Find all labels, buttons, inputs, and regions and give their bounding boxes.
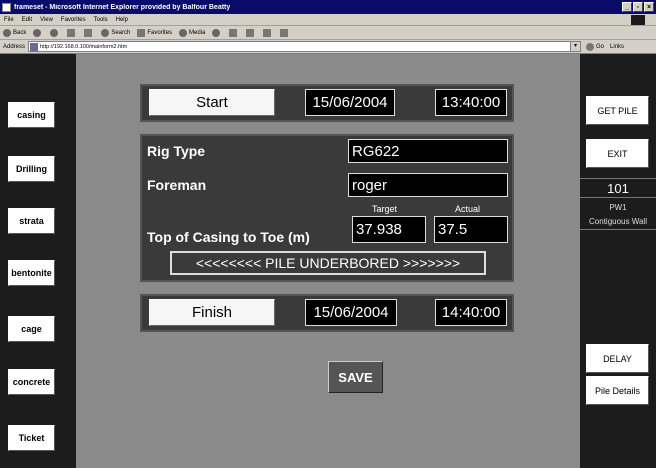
menu-tools[interactable]: Tools	[94, 17, 108, 23]
forward-arrow-icon	[33, 28, 42, 37]
pile-number: 101	[580, 178, 656, 198]
home-icon	[84, 28, 93, 37]
rig-type-label: Rig Type	[147, 143, 206, 159]
actual-label: Actual	[455, 204, 481, 214]
go-button[interactable]: Go	[586, 42, 605, 51]
start-time-field[interactable]: 13:40:00	[435, 89, 507, 116]
print-button[interactable]	[246, 28, 256, 37]
actual-field[interactable]: 37.5	[434, 216, 508, 243]
menu-favorites[interactable]: Favorites	[61, 17, 86, 23]
back-button[interactable]: Back	[3, 28, 27, 37]
pile-details-button[interactable]: Pile Details	[586, 376, 649, 405]
delay-button[interactable]: DELAY	[586, 344, 649, 373]
back-label: Back	[13, 29, 27, 36]
links-button[interactable]: Links	[610, 44, 624, 50]
go-arrow-icon	[586, 42, 595, 51]
favorites-icon	[137, 28, 146, 37]
windows-logo-icon	[631, 15, 645, 25]
discuss-button[interactable]	[280, 28, 290, 37]
menu-file[interactable]: File	[4, 17, 14, 23]
bentonite-button[interactable]: bentonite	[8, 260, 55, 286]
get-pile-button[interactable]: GET PILE	[586, 96, 649, 125]
search-button[interactable]: Search	[101, 28, 131, 37]
edit-icon	[263, 28, 272, 37]
strata-button[interactable]: strata	[8, 208, 55, 234]
search-icon	[101, 28, 110, 37]
edit-button[interactable]	[263, 28, 273, 37]
history-icon	[212, 28, 221, 37]
close-button[interactable]: ×	[644, 2, 654, 12]
favorites-label: Favorites	[147, 29, 173, 36]
browser-window: frameset - Microsoft Internet Explorer p…	[0, 0, 656, 468]
right-nav-panel: GET PILE EXIT DELAY Pile Details	[580, 54, 656, 468]
left-nav-panel: casing Drilling strata bentonite cage co…	[0, 54, 76, 468]
address-input[interactable]: http://192.168.0.100/mainform2.htm ▾	[28, 41, 582, 52]
foreman-field[interactable]: roger	[348, 173, 508, 197]
casing-to-toe-label: Top of Casing to Toe (m)	[147, 229, 310, 245]
page-content: casing Drilling strata bentonite cage co…	[0, 54, 656, 468]
minimize-button[interactable]: _	[622, 2, 632, 12]
menu-edit[interactable]: Edit	[22, 17, 32, 23]
window-title: frameset - Microsoft Internet Explorer p…	[14, 3, 231, 11]
ie-icon	[2, 2, 11, 12]
foreman-label: Foreman	[147, 177, 207, 193]
search-label: Search	[111, 29, 131, 36]
mail-icon	[229, 28, 238, 37]
finish-date-field[interactable]: 15/06/2004	[305, 299, 397, 326]
media-icon	[179, 28, 188, 37]
concrete-button[interactable]: concrete	[8, 369, 55, 395]
menu-view[interactable]: View	[40, 17, 53, 23]
refresh-icon	[67, 28, 76, 37]
home-button[interactable]	[84, 28, 94, 37]
address-label: Address	[3, 43, 26, 50]
pile-reference: PW1	[609, 202, 627, 212]
target-field[interactable]: 37.938	[352, 216, 426, 243]
media-button[interactable]: Media	[179, 28, 206, 37]
menu-help[interactable]: Help	[116, 17, 128, 23]
exit-button[interactable]: EXIT	[586, 139, 649, 168]
stop-button[interactable]	[50, 28, 60, 37]
menu-bar: File Edit View Favorites Tools Help	[0, 14, 656, 26]
drilling-button[interactable]: Drilling	[8, 156, 55, 182]
casing-button[interactable]: casing	[8, 102, 55, 128]
chevron-down-icon[interactable]: ▾	[570, 42, 581, 51]
address-bar: Address http://192.168.0.100/mainform2.h…	[0, 40, 656, 54]
wall-type: Contiguous Wall	[580, 214, 656, 230]
history-button[interactable]	[212, 28, 222, 37]
stop-icon	[50, 28, 59, 37]
start-date-field[interactable]: 15/06/2004	[305, 89, 395, 116]
discuss-icon	[280, 28, 289, 37]
title-bar: frameset - Microsoft Internet Explorer p…	[0, 0, 656, 14]
maximize-button[interactable]: ▫	[633, 2, 643, 12]
underbored-status: <<<<<<<< PILE UNDERBORED >>>>>>>	[170, 251, 486, 275]
save-button[interactable]: SAVE	[328, 361, 383, 393]
finish-time-field[interactable]: 14:40:00	[435, 299, 507, 326]
toolbar: Back Search Favorites Media	[0, 26, 656, 40]
finish-button[interactable]: Finish	[149, 299, 275, 326]
page-icon	[30, 42, 39, 51]
cage-button[interactable]: cage	[8, 316, 55, 342]
refresh-button[interactable]	[67, 28, 77, 37]
target-label: Target	[372, 204, 398, 214]
back-arrow-icon	[3, 28, 11, 37]
print-icon	[246, 28, 255, 37]
ticket-button[interactable]: Ticket	[8, 425, 55, 451]
favorites-button[interactable]: Favorites	[137, 28, 173, 37]
mail-button[interactable]	[229, 28, 239, 37]
forward-button[interactable]	[33, 28, 43, 37]
address-url: http://192.168.0.100/mainform2.htm	[40, 43, 128, 50]
go-label: Go	[596, 43, 605, 50]
media-label: Media	[189, 29, 206, 36]
start-button[interactable]: Start	[149, 89, 275, 116]
rig-type-field[interactable]: RG622	[348, 139, 508, 163]
